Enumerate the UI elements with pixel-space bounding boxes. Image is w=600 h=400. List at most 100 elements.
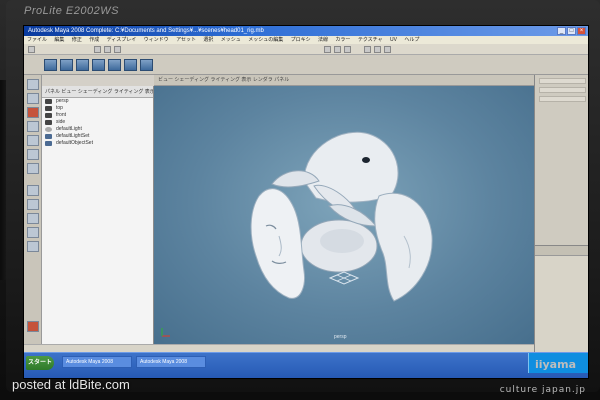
shelf-combine-icon[interactable] xyxy=(140,59,153,71)
layer-editor xyxy=(534,245,588,352)
shelf xyxy=(24,55,588,75)
outliner-item[interactable]: top xyxy=(42,105,153,112)
menu-help[interactable]: ヘルプ xyxy=(404,37,419,43)
menu-create[interactable]: 作成 xyxy=(89,37,99,43)
camera-label: persp xyxy=(334,334,347,340)
outliner-item-label: defaultLight xyxy=(56,126,82,132)
shelf-sphere-icon[interactable] xyxy=(44,59,57,71)
manipulator-icon[interactable] xyxy=(27,163,39,174)
shelf-plane-icon[interactable] xyxy=(108,59,121,71)
window-title: Autodesk Maya 2008 Complete: C:¥Document… xyxy=(28,28,264,34)
shelf-cylinder-icon[interactable] xyxy=(76,59,89,71)
viewport-menu-bar[interactable]: ビュー シェーディング ライティング 表示 レンダラ パネル xyxy=(154,75,534,86)
toolbox xyxy=(24,75,42,345)
outliner-item[interactable]: defaultLight xyxy=(42,126,153,133)
render-view-icon[interactable] xyxy=(27,321,39,332)
close-button[interactable]: × xyxy=(577,27,586,35)
channel-row[interactable] xyxy=(539,87,586,93)
watermark-text: culture japan.jp xyxy=(499,385,586,395)
ipr-render-icon[interactable] xyxy=(374,46,381,53)
scene-render xyxy=(161,131,433,337)
outliner-item[interactable]: defaultObjectSet xyxy=(42,140,153,147)
status-toolbar xyxy=(24,44,588,55)
lasso-tool-icon[interactable] xyxy=(27,93,39,104)
menu-select[interactable]: 選択 xyxy=(203,37,213,43)
menu-window[interactable]: ウィンドウ xyxy=(144,37,169,43)
mode-dropdown-icon[interactable] xyxy=(28,46,35,53)
camera-icon xyxy=(45,113,52,118)
outliner-item-label: front xyxy=(56,112,67,118)
skull-hole xyxy=(362,157,370,163)
outliner-item[interactable]: side xyxy=(42,119,153,126)
shelf-torus-icon[interactable] xyxy=(124,59,137,71)
outliner-item[interactable]: persp xyxy=(42,98,153,105)
scale-tool-icon[interactable] xyxy=(27,149,39,160)
menu-edit-mesh[interactable]: メッシュの編集 xyxy=(248,37,283,43)
layout-outliner-icon[interactable] xyxy=(27,227,39,238)
screen: Autodesk Maya 2008 Complete: C:¥Document… xyxy=(23,25,589,379)
light-icon xyxy=(45,127,52,132)
set-icon xyxy=(45,141,52,146)
photo-background: ProLite E2002WS Autodesk Maya 2008 Compl… xyxy=(0,0,600,400)
snap-curve-icon[interactable] xyxy=(334,46,341,53)
window-titlebar[interactable]: Autodesk Maya 2008 Complete: C:¥Document… xyxy=(24,26,588,36)
start-button[interactable]: スタート xyxy=(26,356,54,370)
outliner-item-label: persp xyxy=(56,98,69,104)
taskbar: スタート Autodesk Maya 2008 Autodesk Maya 20… xyxy=(24,352,588,378)
snap-point-icon[interactable] xyxy=(344,46,351,53)
help-line xyxy=(24,344,534,352)
render-icon[interactable] xyxy=(364,46,371,53)
menu-proxy[interactable]: プロキシ xyxy=(291,37,311,43)
layout-four-icon[interactable] xyxy=(27,199,39,210)
menu-assets[interactable]: アセット xyxy=(176,37,196,43)
taskbar-item[interactable]: Autodesk Maya 2008 xyxy=(136,356,206,368)
select-tool-icon[interactable] xyxy=(27,79,39,90)
menu-modify[interactable]: 修正 xyxy=(72,37,82,43)
minimize-button[interactable]: _ xyxy=(557,27,566,35)
open-scene-icon[interactable] xyxy=(104,46,111,53)
monitor-brand-label: iiyama xyxy=(534,358,576,371)
camera-icon xyxy=(45,99,52,104)
outliner-item[interactable]: defaultLightSet xyxy=(42,133,153,140)
outliner-item[interactable]: front xyxy=(42,112,153,119)
save-scene-icon[interactable] xyxy=(114,46,121,53)
taskbar-item[interactable]: Autodesk Maya 2008 xyxy=(62,356,132,368)
layout-graph-icon[interactable] xyxy=(27,241,39,252)
camera-icon xyxy=(45,106,52,111)
outliner-panel: パネル ビュー シェーディング ライティング 表示 レンダラ persp top… xyxy=(42,86,154,344)
menu-edit[interactable]: 編集 xyxy=(54,37,64,43)
channel-box xyxy=(534,75,588,245)
outliner-menu[interactable]: パネル ビュー シェーディング ライティング 表示 レンダラ xyxy=(42,86,153,98)
menu-uv[interactable]: UV xyxy=(390,37,397,43)
menu-texture[interactable]: テクスチャ xyxy=(358,37,383,43)
layout-single-icon[interactable] xyxy=(27,185,39,196)
rotate-tool-icon[interactable] xyxy=(27,135,39,146)
paint-select-icon[interactable] xyxy=(27,107,39,118)
outliner-item-label: top xyxy=(56,105,63,111)
menu-mesh[interactable]: メッシュ xyxy=(221,37,241,43)
face-mesh xyxy=(250,188,305,299)
window-controls: _ □ × xyxy=(557,27,586,35)
channel-row[interactable] xyxy=(539,96,586,102)
shelf-cone-icon[interactable] xyxy=(92,59,105,71)
channel-row[interactable] xyxy=(539,78,586,84)
snap-grid-icon[interactable] xyxy=(324,46,331,53)
viewport-3d[interactable]: persp xyxy=(154,86,534,344)
shelf-cube-icon[interactable] xyxy=(60,59,73,71)
maximize-button[interactable]: □ xyxy=(567,27,576,35)
posted-caption: posted at ldBite.com xyxy=(12,377,130,392)
back-head-mesh xyxy=(374,192,433,302)
menu-file[interactable]: ファイル xyxy=(27,37,47,43)
layer-toolbar[interactable] xyxy=(535,246,588,256)
menu-color[interactable]: カラー xyxy=(335,37,350,43)
menu-normals[interactable]: 法線 xyxy=(318,37,328,43)
new-scene-icon[interactable] xyxy=(94,46,101,53)
menu-display[interactable]: ディスプレイ xyxy=(107,37,137,43)
camera-icon xyxy=(45,120,52,125)
render-settings-icon[interactable] xyxy=(384,46,391,53)
layout-side-icon[interactable] xyxy=(27,213,39,224)
move-tool-icon[interactable] xyxy=(27,121,39,132)
outliner-item-label: defaultLightSet xyxy=(56,133,90,139)
monitor-model-label: ProLite E2002WS xyxy=(24,5,119,17)
monitor-bezel: ProLite E2002WS Autodesk Maya 2008 Compl… xyxy=(6,0,600,392)
